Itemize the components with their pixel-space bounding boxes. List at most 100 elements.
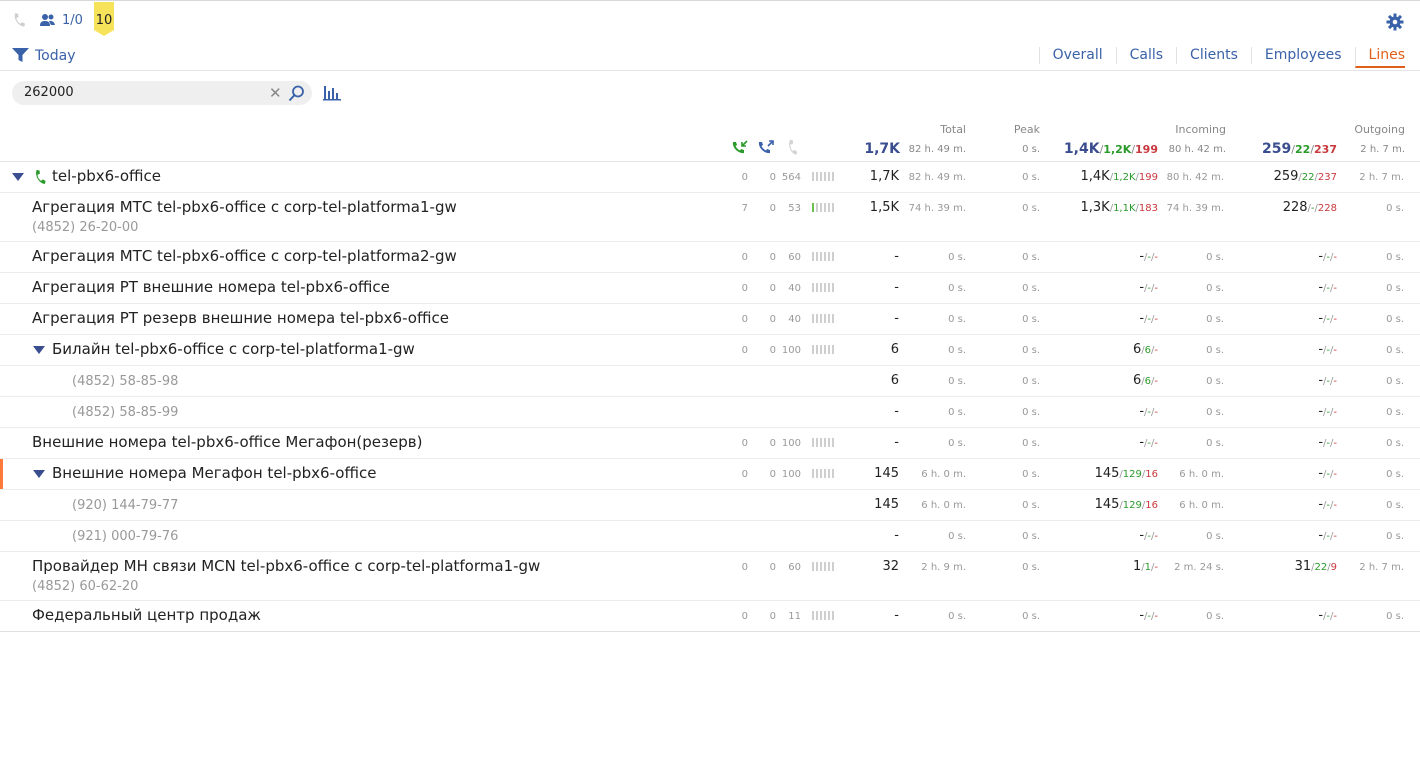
channel-count: 60 [788, 252, 801, 263]
phone-icon[interactable] [11, 12, 27, 32]
load-bar [812, 345, 814, 354]
filter-icon[interactable] [12, 48, 29, 67]
channel-count: 0 [769, 314, 776, 325]
load-bar [820, 469, 822, 478]
tab-lines[interactable]: Lines [1354, 47, 1405, 68]
incoming-call-icon [731, 139, 749, 161]
col-outgoing[interactable]: Outgoing [1320, 123, 1405, 136]
table-row[interactable]: Федеральный центр продаж 0 0 11 - 0 s. 0 s. -/-… [0, 601, 1420, 632]
load-bar [816, 438, 818, 447]
load-bar [832, 438, 834, 447]
line-name[interactable]: Провайдер МН связи MCN tel-pbx6-office с… [32, 557, 540, 575]
table-row[interactable]: Агрегация МТС tel-pbx6-office с corp-tel… [0, 242, 1420, 273]
incoming-calls: 1,4K/1,2K/199 [1080, 169, 1158, 184]
load-bar [816, 172, 818, 181]
channel-count: 0 [769, 345, 776, 356]
gear-icon[interactable] [1386, 13, 1404, 35]
col-incoming[interactable]: Incoming [1150, 123, 1226, 136]
table-row[interactable]: (4852) 58-85-98 6 0 s. 0 s. 6/6/- 0 s. -/-/- 0 … [0, 366, 1420, 397]
channel-count: 60 [788, 562, 801, 573]
load-bar [816, 314, 818, 323]
table-row[interactable]: Внешние номера Мегафон tel-pbx6-office 0 0… [0, 459, 1420, 490]
tab-clients[interactable]: Clients [1176, 47, 1251, 64]
line-name[interactable]: Агрегация РТ резерв внешние номера tel-p… [32, 309, 449, 327]
expand-triangle-icon[interactable] [33, 470, 45, 478]
table-row[interactable]: (921) 000-79-76-0 s. 0 s. -/-/- 0 s. -/-/- 0 … [0, 521, 1420, 552]
channel-count: 0 [741, 283, 748, 294]
operators-count[interactable]: 1/0 [62, 13, 83, 28]
line-name[interactable]: Агрегация МТС tel-pbx6-office с corp-tel… [32, 247, 457, 265]
incoming-time: 0 s. [1206, 531, 1224, 542]
table-row[interactable]: Агрегация РТ внешние номера tel-pbx6-off… [0, 273, 1420, 304]
table-row[interactable]: Билайн tel-pbx6-office с corp-tel-platfo… [0, 335, 1420, 366]
line-name[interactable]: Агрегация РТ внешние номера tel-pbx6-off… [32, 278, 390, 296]
total-time: 0 s. [948, 407, 966, 418]
summary-outgoing-time: 2 h. 7 m. [1360, 144, 1405, 155]
phone-icon [783, 139, 801, 161]
total-calls: 32 [882, 559, 899, 574]
lines-table: tel-pbx6-office 0 0 564 1,7K 82 h. 49 m. 0 s. 1… [0, 162, 1420, 632]
load-bar [820, 203, 822, 212]
incoming-calls: -/-/- [1139, 608, 1158, 623]
channel-count: 40 [788, 283, 801, 294]
load-bar [828, 203, 830, 212]
line-phone-number: (4852) 60-62-20 [32, 579, 139, 594]
search-field[interactable]: 262000 ✕ [12, 81, 312, 105]
channel-count: 0 [769, 611, 776, 622]
channel-count: 0 [741, 562, 748, 573]
incoming-calls: -/-/- [1139, 528, 1158, 543]
table-row[interactable]: Агрегация РТ резерв внешние номера tel-p… [0, 304, 1420, 335]
table-row[interactable]: Агрегация МТС tel-pbx6-office с corp-tel… [0, 193, 1420, 242]
col-total[interactable]: Total [900, 123, 966, 136]
incoming-time: 6 h. 0 m. [1179, 469, 1224, 480]
top-border [0, 0, 1420, 1]
col-peak[interactable]: Peak [980, 123, 1040, 136]
load-bar [820, 314, 822, 323]
line-name[interactable]: Агрегация МТС tel-pbx6-office с corp-tel… [32, 198, 457, 216]
tab-overall[interactable]: Overall [1038, 47, 1116, 64]
table-row[interactable]: tel-pbx6-office 0 0 564 1,7K 82 h. 49 m. 0 s. 1… [0, 162, 1420, 193]
notification-badge[interactable]: 10 [94, 2, 114, 36]
incoming-time: 0 s. [1206, 407, 1224, 418]
channel-count: 0 [769, 438, 776, 449]
load-bar [820, 562, 822, 571]
table-row[interactable]: (920) 144-79-77 145 6 h. 0 m. 0 s. 145/129/1… [0, 490, 1420, 521]
load-bar [824, 283, 826, 292]
outgoing-time: 0 s. [1386, 314, 1404, 325]
expand-triangle-icon[interactable] [33, 346, 45, 354]
incoming-time: 0 s. [1206, 611, 1224, 622]
table-row[interactable]: (4852) 58-85-99-0 s. 0 s. -/-/- 0 s. -/-/- 0 … [0, 397, 1420, 428]
incoming-calls: -/-/- [1139, 280, 1158, 295]
load-bar [812, 611, 814, 620]
search-icon[interactable] [288, 85, 305, 106]
channel-load-bars [812, 314, 836, 323]
close-icon[interactable]: ✕ [269, 84, 282, 102]
table-row[interactable]: Провайдер МН связи MCN tel-pbx6-office с… [0, 552, 1420, 601]
total-time: 74 h. 39 m. [908, 203, 966, 214]
load-bar [820, 611, 822, 620]
load-bar [828, 438, 830, 447]
load-bar [824, 438, 826, 447]
line-name[interactable]: tel-pbx6-office [52, 167, 161, 185]
line-name[interactable]: Федеральный центр продаж [32, 606, 261, 624]
load-bar [824, 611, 826, 620]
date-filter[interactable]: Today [35, 48, 76, 64]
expand-triangle-icon[interactable] [12, 173, 24, 181]
tab-employees[interactable]: Employees [1250, 47, 1355, 64]
line-name[interactable]: Внешние номера tel-pbx6-office Мегафон(р… [32, 433, 422, 451]
search-input[interactable]: 262000 [24, 85, 74, 100]
channel-count: 53 [788, 203, 801, 214]
phone-number: (920) 144-79-77 [72, 498, 179, 513]
operators-icon[interactable] [39, 12, 57, 32]
peak-time: 0 s. [1022, 469, 1040, 480]
line-name[interactable]: Внешние номера Мегафон tel-pbx6-office [52, 464, 376, 482]
line-name[interactable]: Билайн tel-pbx6-office с corp-tel-platfo… [52, 340, 415, 358]
outgoing-call-icon [757, 139, 775, 161]
bar-chart-icon[interactable] [323, 85, 341, 105]
load-bar [812, 562, 814, 571]
load-bar [824, 345, 826, 354]
peak-time: 0 s. [1022, 611, 1040, 622]
tab-calls[interactable]: Calls [1115, 47, 1176, 64]
table-row[interactable]: Внешние номера tel-pbx6-office Мегафон(р… [0, 428, 1420, 459]
incoming-time: 0 s. [1206, 345, 1224, 356]
